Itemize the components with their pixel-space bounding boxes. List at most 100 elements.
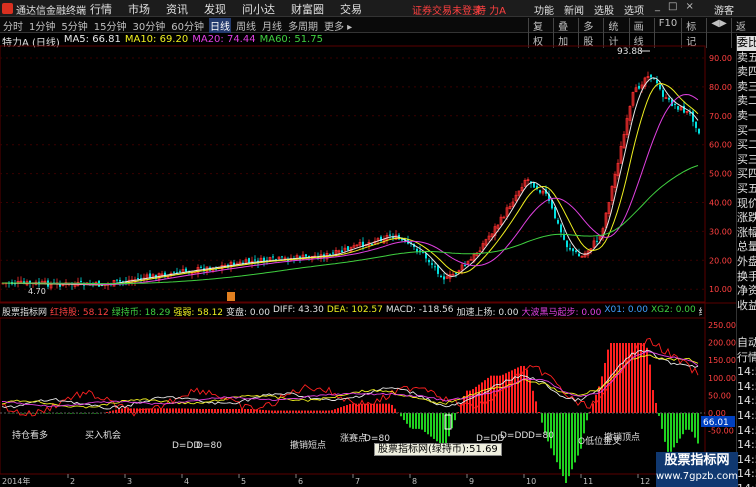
quote-field-12[interactable]: 涨跌 [737, 211, 756, 226]
histogram-bar [574, 413, 576, 463]
quote-field-8[interactable]: 买三 [737, 153, 756, 168]
histogram-bar [658, 413, 660, 416]
quote-field-5[interactable]: 卖一 [737, 109, 756, 124]
tick-row-2[interactable]: 14:5 [737, 365, 756, 380]
quote-field-0[interactable]: 委比 [737, 36, 756, 51]
histogram-bar [94, 413, 96, 414]
histogram-bar [676, 413, 678, 443]
tick-row-0[interactable]: 自动 [737, 336, 756, 351]
histogram-bar [424, 413, 426, 432]
indicator-legend-item-7: MACD: -118.56 [385, 305, 454, 315]
histogram-bar [190, 408, 192, 413]
histogram-bar [154, 408, 156, 413]
histogram-bar [361, 403, 363, 413]
histogram-bar [346, 405, 348, 413]
quote-field-18[interactable]: 收益 [737, 299, 756, 314]
ma60-line [2, 165, 699, 285]
quote-field-4[interactable]: 卖二 [737, 94, 756, 109]
quote-fields: 委比卖五卖四卖三卖二卖一买一买二买三买四买五现价涨跌涨幅总量外盘换手净资收益 [737, 36, 756, 313]
histogram-bar [649, 364, 651, 413]
histogram-bar [583, 413, 585, 434]
histogram-bar [418, 413, 420, 429]
quote-field-16[interactable]: 换手 [737, 270, 756, 285]
histogram-bar [667, 413, 669, 452]
histogram-bar [382, 403, 384, 413]
histogram-bar [226, 409, 228, 413]
candle-body [533, 182, 535, 188]
candle-body [575, 250, 577, 253]
tick-row-4[interactable]: 14:5 [737, 394, 756, 409]
histogram-bar [625, 343, 627, 413]
candle-body [539, 190, 541, 193]
price-axis-label-4: 50.00 [709, 170, 732, 179]
histogram-bar [691, 413, 693, 432]
tick-row-3[interactable]: 14:5 [737, 380, 756, 395]
histogram-bar [619, 343, 621, 413]
candle-body [659, 84, 661, 90]
candle-body [254, 259, 256, 261]
histogram-bar [442, 413, 444, 445]
histogram-bar [478, 384, 480, 413]
tick-row-7[interactable]: 14:5 [737, 438, 756, 453]
histogram-bar [349, 404, 351, 413]
tick-row-1[interactable]: 行情 [737, 351, 756, 366]
tick-row-9[interactable]: 14:5 [737, 467, 756, 482]
histogram-bar [538, 412, 540, 413]
quote-field-1[interactable]: 卖五 [737, 51, 756, 66]
histogram-bar [628, 343, 630, 413]
histogram-bar [430, 413, 432, 437]
histogram-bar [310, 410, 312, 413]
histogram-bar [229, 409, 231, 413]
histogram-bar [202, 409, 204, 413]
candle-body [332, 252, 334, 254]
quote-field-9[interactable]: 买四 [737, 167, 756, 182]
candle-body [569, 248, 571, 250]
candle-body [341, 250, 343, 253]
tick-row-10[interactable]: 14:5 [737, 482, 756, 487]
tick-row-6[interactable]: 14:5 [737, 424, 756, 439]
value-tooltip: 股票指标网(绿持币):51.69 [374, 443, 502, 456]
histogram-bar [352, 403, 354, 413]
histogram-bar [58, 413, 60, 414]
date-axis-label-5: 7 [355, 477, 360, 486]
candle-body [563, 234, 565, 240]
histogram-bar [577, 413, 579, 456]
histogram-bar [472, 389, 474, 413]
date-axis-label-7: 9 [469, 477, 474, 486]
histogram-bar [433, 413, 435, 439]
candle-body [566, 240, 568, 248]
quote-field-13[interactable]: 涨幅 [737, 226, 756, 241]
histogram-bar [199, 408, 201, 413]
quote-field-6[interactable]: 买一 [737, 124, 756, 139]
kline-chart[interactable]: 90.00 80.00 70.00 60.00 50.00 40.00 30.00 20.00… [0, 0, 736, 487]
quote-field-11[interactable]: 现价 [737, 197, 756, 212]
watermark-url: www.7gpzb.com [656, 471, 738, 482]
tick-row-8[interactable]: 14:5 [737, 453, 756, 468]
quote-field-17[interactable]: 净资 [737, 284, 756, 299]
quote-field-2[interactable]: 卖四 [737, 65, 756, 80]
indicator-axis-label-3: 100.00 [708, 374, 736, 383]
candle-body [428, 259, 430, 263]
candle-body [347, 246, 349, 251]
histogram-bar [163, 408, 165, 413]
indicator-legend-item-6: DEA: 102.57 [326, 305, 383, 315]
candle-body [281, 256, 283, 258]
quote-field-14[interactable]: 总量 [737, 240, 756, 255]
histogram-bar [214, 409, 216, 413]
candle-body [464, 264, 466, 266]
histogram-bar [370, 403, 372, 413]
candle-body [185, 268, 187, 272]
indicator-legend-item-10: X01: 0.00 [604, 305, 648, 315]
quote-field-15[interactable]: 外盘 [737, 255, 756, 270]
candle-body [179, 271, 181, 273]
price-panel-frame [0, 45, 706, 303]
quote-field-10[interactable]: 买五 [737, 182, 756, 197]
tick-row-5[interactable]: 14:5 [737, 409, 756, 424]
indicator-axis-label-4: 50.00 [708, 391, 731, 400]
histogram-bar [670, 413, 672, 452]
indicator-axis-label-2: 150.00 [708, 356, 736, 365]
histogram-bar [652, 390, 654, 413]
indicator-axis-label-0: 250.00 [708, 321, 736, 330]
quote-field-3[interactable]: 卖三 [737, 80, 756, 95]
quote-field-7[interactable]: 买二 [737, 138, 756, 153]
